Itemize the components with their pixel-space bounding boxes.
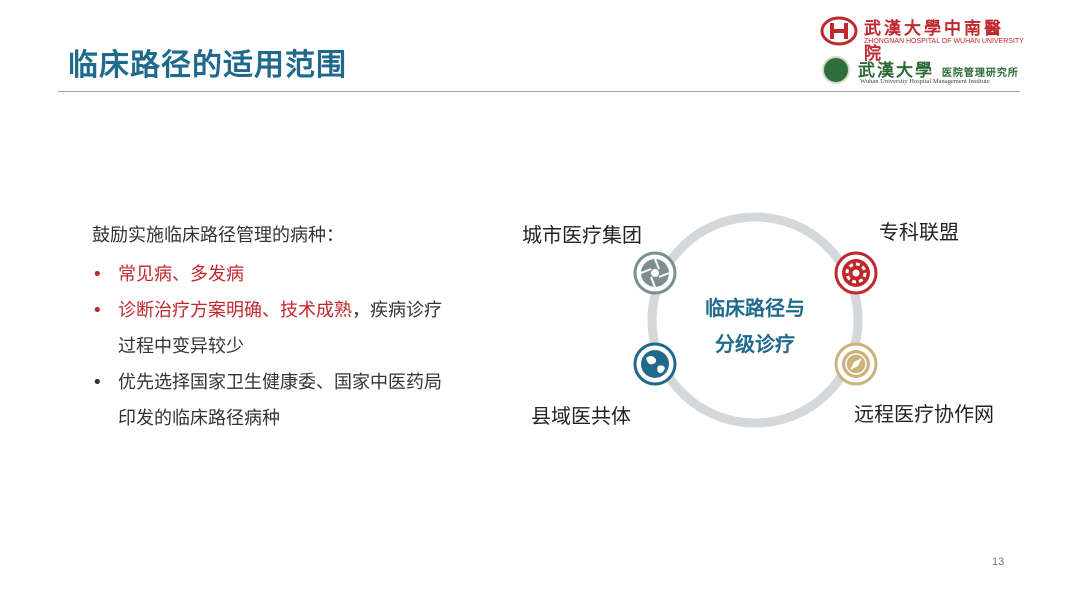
node-label-urban-medical-group: 城市医疗集团	[522, 223, 642, 247]
list-item-text-highlight: 诊断治疗方案明确、技术成熟	[118, 300, 352, 321]
bullet-marker: •	[92, 300, 103, 321]
list-item: • 优先选择国家卫生健康委、国家中医药局印发的临床路径病种	[92, 365, 452, 437]
list-item-text: 常见病、多发病	[118, 264, 244, 285]
globe-icon	[633, 342, 677, 386]
intro-text: 鼓励实施临床路径管理的病种：	[92, 225, 344, 246]
hospital-logo: 武漢大學中南醫院 ZHONGNAN HOSPITAL OF WUHAN UNIV…	[820, 14, 1024, 64]
university-seal-icon	[822, 56, 850, 84]
hospital-name-en: ZHONGNAN HOSPITAL OF WUHAN UNIVERSITY	[864, 38, 1024, 45]
institute-logo: 武漢大學 医院管理研究所 Wuhan University Hospital M…	[822, 54, 1022, 90]
diagram-center-label: 临床路径与 分级诊疗	[705, 296, 805, 356]
gear-icon	[834, 251, 878, 295]
node-label-telemedicine-network: 远程医疗协作网	[854, 402, 994, 426]
node-label-specialty-alliance: 专科联盟	[879, 220, 959, 244]
bullet-marker: •	[92, 264, 103, 285]
page-number: 13	[992, 556, 1005, 568]
list-item: • 常见病、多发病	[92, 257, 452, 293]
list-item-text: 优先选择国家卫生健康委、国家中医药局印发的临床路径病种	[118, 372, 442, 429]
title-divider	[58, 91, 1020, 92]
criteria-list: • 常见病、多发病 • 诊断治疗方案明确、技术成熟，疾病诊疗过程中变异较少 • …	[92, 257, 452, 437]
list-item: • 诊断治疗方案明确、技术成熟，疾病诊疗过程中变异较少	[92, 293, 452, 365]
compass-icon	[834, 342, 878, 386]
aperture-icon	[633, 251, 677, 295]
node-label-county-medical-community: 县域医共体	[531, 404, 631, 428]
bullet-marker: •	[92, 372, 103, 393]
page-title: 临床路径的适用范围	[68, 48, 347, 83]
hospital-emblem-icon	[820, 16, 858, 46]
institute-name-en: Wuhan University Hospital Management Ins…	[860, 78, 990, 85]
